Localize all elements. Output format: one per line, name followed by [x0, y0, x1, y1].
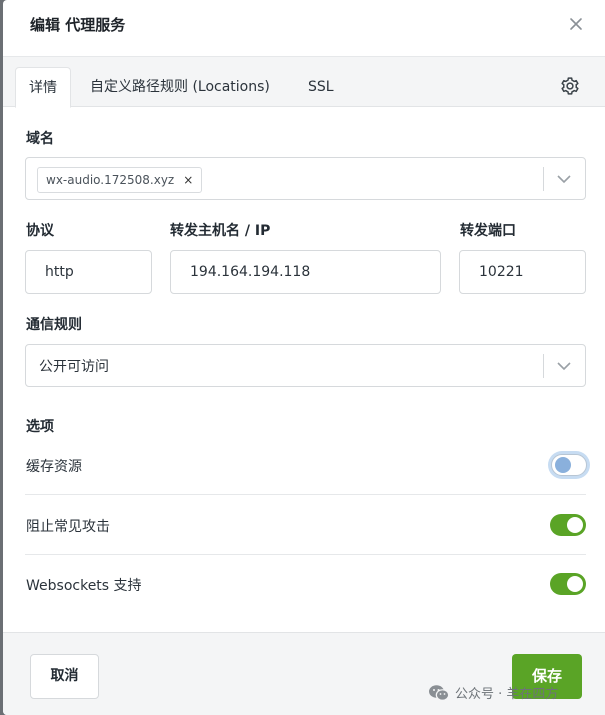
domain-tag-value: wx-audio.172508.xyz: [46, 173, 175, 187]
tag-remove-icon[interactable]: ×: [183, 173, 193, 187]
forward-port-label: 转发端口: [460, 223, 516, 239]
forward-host-label: 转发主机名 / IP: [170, 223, 271, 239]
close-icon[interactable]: [568, 16, 584, 32]
edit-proxy-dialog: 编辑 代理服务 详情 自定义路径规则 (Locations) SSL 域名 wx…: [3, 0, 605, 715]
websockets-label: Websockets 支持: [26, 578, 142, 594]
divider: [25, 494, 586, 495]
watermark-text: 公众号 · 羊在四方: [455, 687, 559, 702]
access-value: 公开可访问: [39, 359, 109, 375]
select-separator: [543, 167, 544, 191]
dialog-header: 编辑 代理服务: [3, 0, 605, 57]
access-label: 通信规则: [26, 317, 82, 333]
block-exploits-label: 阻止常见攻击: [26, 519, 110, 535]
block-exploits-toggle[interactable]: [550, 514, 586, 536]
toggle-knob: [567, 576, 583, 592]
scheme-select[interactable]: http: [25, 250, 152, 294]
scheme-label: 协议: [26, 223, 54, 239]
tab-bar: 详情 自定义路径规则 (Locations) SSL: [3, 57, 605, 108]
forward-port-input[interactable]: 10221: [459, 250, 586, 294]
tab-ssl[interactable]: SSL: [308, 67, 334, 107]
chevron-down-icon[interactable]: [556, 359, 572, 373]
divider: [25, 554, 586, 555]
tab-details[interactable]: 详情: [15, 67, 71, 108]
wechat-icon: [429, 684, 450, 701]
toggle-knob: [555, 457, 571, 473]
domain-tag: wx-audio.172508.xyz ×: [37, 167, 203, 193]
cache-assets-toggle[interactable]: [551, 454, 587, 476]
domain-select[interactable]: wx-audio.172508.xyz ×: [25, 157, 586, 200]
cancel-button[interactable]: 取消: [30, 654, 99, 699]
dialog-footer: 取消 保存 公众号 · 羊在四方: [3, 632, 605, 715]
access-select[interactable]: 公开可访问: [25, 344, 586, 387]
options-label: 选项: [26, 419, 54, 435]
cache-assets-label: 缓存资源: [26, 459, 82, 475]
domain-label: 域名: [26, 131, 54, 147]
websockets-toggle[interactable]: [550, 573, 586, 595]
gear-icon[interactable]: [560, 76, 580, 96]
tab-locations[interactable]: 自定义路径规则 (Locations): [90, 67, 270, 107]
select-separator: [543, 354, 544, 378]
watermark: 公众号 · 羊在四方: [428, 683, 558, 702]
forward-host-input[interactable]: 194.164.194.118: [170, 250, 441, 294]
toggle-knob: [567, 517, 583, 533]
dialog-title: 编辑 代理服务: [30, 16, 126, 34]
chevron-down-icon[interactable]: [556, 172, 572, 186]
